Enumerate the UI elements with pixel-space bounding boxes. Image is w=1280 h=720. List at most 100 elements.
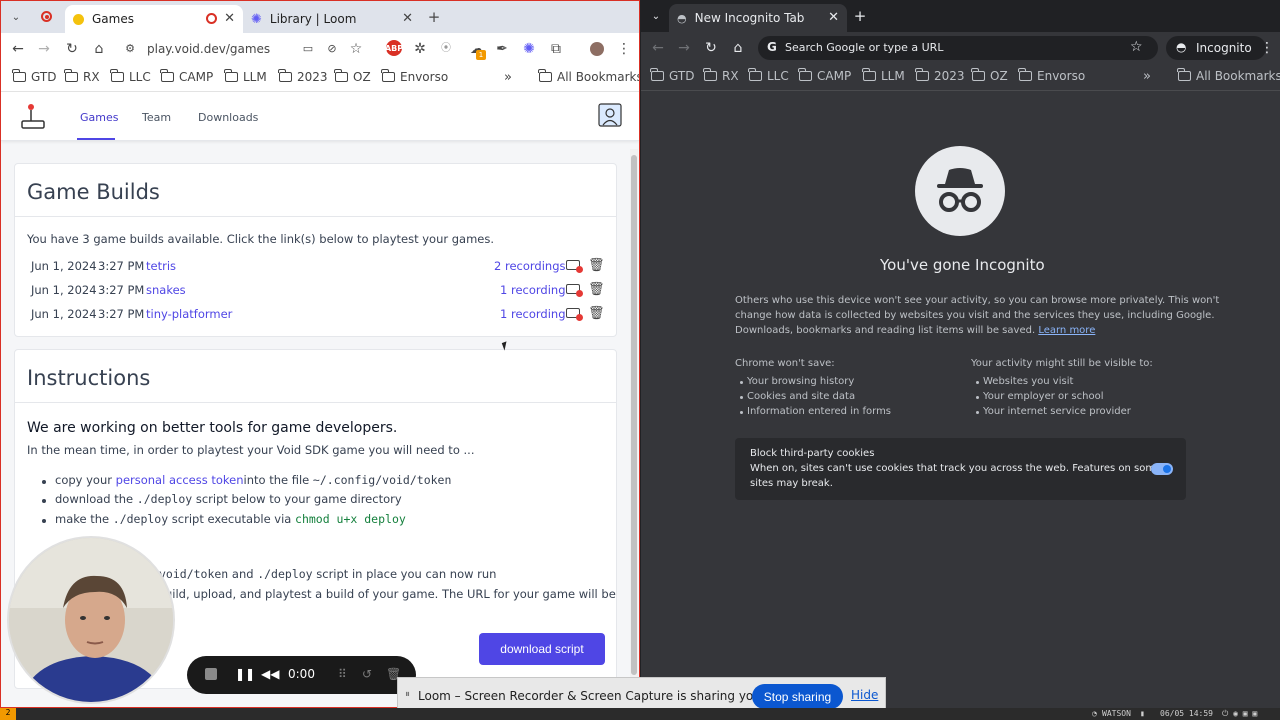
record-icon[interactable]	[566, 308, 583, 321]
profile-avatar[interactable]	[590, 42, 604, 56]
grid-drag-icon[interactable]: ⠿	[338, 667, 347, 681]
step-make-executable: make the ./deploy script executable via …	[55, 512, 406, 526]
battery-icon: ▮	[1140, 709, 1145, 718]
record-icon[interactable]	[566, 260, 583, 273]
hide-banner-link[interactable]: Hide	[851, 688, 878, 702]
extensions-puzzle-icon[interactable]: ⧉	[547, 41, 565, 57]
step-copy-token: copy your personal access tokeninto the …	[55, 473, 452, 487]
pause-icon[interactable]: ❚❚	[235, 667, 255, 681]
close-tab-icon[interactable]: ✕	[828, 10, 839, 25]
stop-sharing-button[interactable]: Stop sharing	[752, 684, 843, 709]
recordings-link[interactable]: 1 recording	[500, 307, 566, 321]
tab-search-chevron-icon[interactable]: ⌄	[7, 10, 25, 26]
loom-extension-icon[interactable]: ✺	[520, 41, 538, 57]
bookmark-folder-2023[interactable]: 2023	[915, 68, 965, 83]
camera-icon[interactable]: ▭	[299, 41, 317, 57]
incognito-profile-button[interactable]: ◓ Incognito	[1166, 36, 1266, 60]
new-tab-icon[interactable]: +	[851, 8, 869, 24]
learn-more-link[interactable]: Learn more	[1038, 325, 1095, 336]
drag-handle-icon[interactable]: ⏸	[405, 689, 410, 700]
bookmark-folder-camp[interactable]: CAMP	[798, 68, 851, 83]
undo-icon[interactable]: ↺	[362, 667, 372, 681]
bookmark-folder-rx[interactable]: RX	[64, 69, 100, 84]
bookmark-folder-envorso[interactable]: Envorso	[381, 69, 448, 84]
bullet-dot	[976, 381, 979, 384]
nav-team[interactable]: Team	[142, 111, 171, 124]
delete-trash-icon[interactable]: 🗑	[588, 258, 605, 273]
adblock-icon[interactable]: ABP	[385, 40, 403, 56]
menu-kebab-icon[interactable]: ⋮	[1258, 40, 1276, 56]
site-info-icon[interactable]: ⚙	[121, 41, 139, 57]
third-party-cookies-box: Block third-party cookies When on, sites…	[735, 438, 1186, 500]
workspace-indicator[interactable]: 2	[0, 708, 16, 720]
restart-icon[interactable]: ◀◀	[261, 667, 279, 681]
bookmark-folder-2023[interactable]: 2023	[278, 69, 328, 84]
scrollbar-thumb[interactable]	[631, 155, 637, 675]
bookmark-folder-gtd[interactable]: GTD	[650, 68, 694, 83]
pen-icon[interactable]: ✒	[493, 41, 511, 57]
menu-kebab-icon[interactable]: ⋮	[615, 41, 633, 57]
url-text[interactable]: play.void.dev/games	[147, 42, 270, 56]
tab-loom-library[interactable]: ✺ Library | Loom ✕	[243, 5, 421, 33]
personal-access-token-link[interactable]: personal access token	[116, 473, 244, 487]
reload-icon[interactable]: ↻	[63, 41, 81, 57]
nav-games[interactable]: Games	[80, 111, 118, 124]
build-link-snakes[interactable]: snakes	[146, 283, 186, 297]
reload-icon[interactable]: ↻	[702, 40, 720, 56]
delete-trash-icon[interactable]: 🗑	[588, 306, 605, 321]
recordings-link[interactable]: 2 recordings	[494, 259, 565, 273]
bookmark-star-icon[interactable]: ☆	[347, 41, 365, 57]
new-tab-icon[interactable]: +	[425, 9, 443, 25]
bookmark-folder-llc[interactable]: LLC	[110, 69, 151, 84]
stop-recording-button[interactable]	[205, 668, 217, 680]
record-icon[interactable]	[566, 284, 583, 297]
site-navbar: Games Team Downloads	[1, 93, 639, 141]
bookmark-folder-rx[interactable]: RX	[703, 68, 739, 83]
bookmark-folder-llm[interactable]: LLM	[224, 69, 267, 84]
bookmark-folder-camp[interactable]: CAMP	[160, 69, 213, 84]
user-profile-icon[interactable]	[598, 103, 622, 129]
bookmark-folder-oz[interactable]: OZ	[971, 68, 1008, 83]
bookmark-star-icon[interactable]: ☆	[1130, 39, 1143, 55]
page-scrollbar[interactable]	[630, 149, 638, 707]
tab-new-incognito[interactable]: ◓ New Incognito Tab ✕	[669, 4, 847, 32]
recordings-link[interactable]: 1 recording	[500, 283, 566, 297]
tab-search-chevron-icon[interactable]: ⌄	[647, 9, 665, 25]
delete-trash-icon[interactable]: 🗑	[588, 282, 605, 297]
build-link-tetris[interactable]: tetris	[146, 259, 176, 273]
download-script-button[interactable]: download script	[479, 633, 605, 665]
bookmarks-overflow-icon[interactable]: »	[504, 70, 512, 85]
bookmark-folder-gtd[interactable]: GTD	[12, 69, 56, 84]
all-bookmarks[interactable]: All Bookmarks	[538, 69, 639, 84]
bookmark-folder-llm[interactable]: LLM	[862, 68, 905, 83]
incognito-new-tab-page: You've gone Incognito Others who use thi…	[641, 92, 1280, 708]
bookmark-folder-oz[interactable]: OZ	[334, 69, 371, 84]
extension-dots-icon[interactable]: ⦿	[437, 41, 455, 57]
recording-timer: 0:00	[288, 667, 315, 681]
omnibox[interactable]: G Search Google or type a URL ☆	[758, 36, 1158, 60]
nav-downloads[interactable]: Downloads	[198, 111, 258, 124]
extension-gear-icon[interactable]: ✲	[411, 41, 429, 57]
loom-webcam-bubble[interactable]	[7, 536, 175, 704]
block-cookies-toggle[interactable]	[1151, 463, 1173, 475]
tray-icons[interactable]: ⏻ ◉ ▣ ▣	[1222, 709, 1257, 719]
close-tab-icon[interactable]: ✕	[224, 11, 235, 26]
back-icon[interactable]: ←	[9, 41, 27, 57]
bookmarks-overflow-icon[interactable]: »	[1143, 69, 1151, 84]
all-bookmarks[interactable]: All Bookmarks	[1177, 68, 1280, 83]
build-link-tiny-platformer[interactable]: tiny-platformer	[146, 307, 232, 321]
code-chmod: chmod u+x deploy	[295, 512, 406, 526]
home-icon[interactable]: ⌂	[729, 40, 747, 56]
tab-games[interactable]: Games ✕	[65, 5, 243, 33]
bookmark-folder-envorso[interactable]: Envorso	[1018, 68, 1085, 83]
code-deploy: ./deploy	[136, 492, 193, 506]
bookmark-folder-llc[interactable]: LLC	[748, 68, 789, 83]
back-icon[interactable]: ←	[649, 40, 667, 56]
mute-icon[interactable]: ⊘	[323, 41, 341, 57]
joystick-logo-icon[interactable]	[21, 103, 47, 131]
close-tab-icon[interactable]: ✕	[402, 11, 413, 26]
home-icon[interactable]: ⌂	[90, 41, 108, 57]
forward-icon[interactable]: →	[675, 40, 693, 56]
folder-icon	[862, 68, 876, 81]
forward-icon[interactable]: →	[35, 41, 53, 57]
